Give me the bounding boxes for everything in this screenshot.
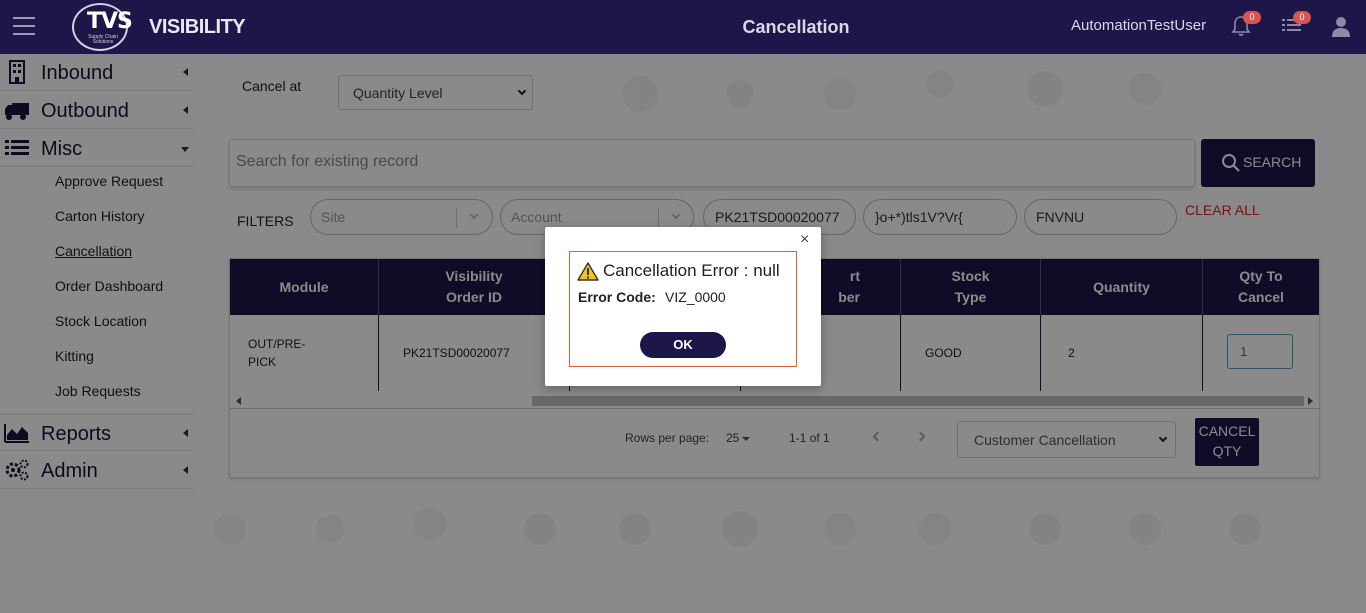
notifications-button[interactable]: 0 [1231,11,1261,42]
logo-text: TVS [87,9,133,34]
user-icon [1332,17,1350,37]
user-name[interactable]: AutomationTestUser [1071,17,1206,34]
ok-button[interactable]: OK [640,332,726,358]
tasks-badge: 0 [1293,11,1311,24]
close-icon[interactable]: × [800,231,809,249]
error-dialog: × Cancellation Error : null Error Code: … [545,227,821,386]
error-code-value: VIZ_0000 [665,289,726,305]
hamburger-menu-icon[interactable] [13,17,35,35]
user-profile-button[interactable] [1332,16,1350,42]
warning-icon [577,262,599,281]
logo-subtext: Supply Chain Solutions [88,34,118,45]
error-code-label: Error Code: [578,289,656,305]
brand-name: VISIBILITY [149,16,246,38]
notifications-badge: 0 [1243,11,1261,24]
error-message-box: Cancellation Error : null Error Code: VI… [569,251,797,367]
company-logo: TVS Supply Chain Solutions [72,3,133,51]
page-title: Cancellation [742,17,850,37]
tasks-button[interactable]: 0 [1281,11,1311,40]
top-bar: TVS Supply Chain Solutions VISIBILITY Ca… [0,0,1366,54]
error-title: Cancellation Error : null [603,261,780,280]
